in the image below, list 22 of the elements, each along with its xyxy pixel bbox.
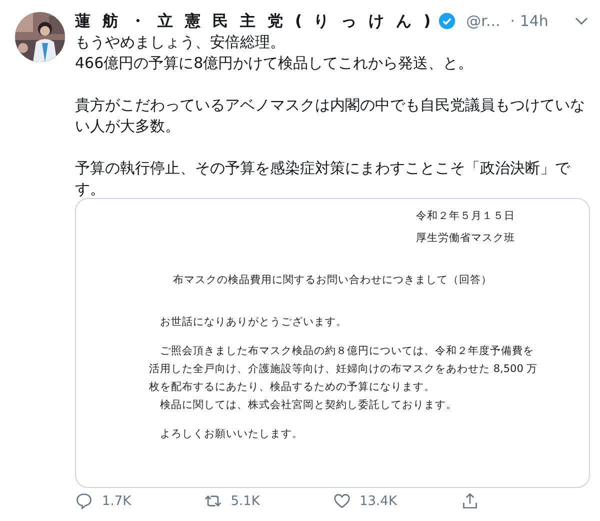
document-header: 令和２年５月１５日 [416, 209, 515, 223]
document-header: 厚生労働省マスク班 [416, 231, 515, 245]
document-text: 検品に関しては、株式会社宮岡と契約し委託しております。 [160, 399, 457, 412]
reply-icon[interactable] [75, 492, 93, 510]
share-icon[interactable] [461, 492, 480, 510]
tweet-text: 予算の執行停止、その予算を感染症対策にまわすことこそ「政治決断」です。 [75, 158, 572, 200]
action-count: 13.4K [360, 494, 397, 508]
document-text: ご照会頂きました布マスク検品の約８億円については、令和２年度予備費を [160, 345, 534, 358]
timestamp[interactable]: · 14h [510, 12, 548, 30]
document-text: よろしくお願いいたします。 [160, 428, 303, 441]
heart-icon[interactable] [332, 492, 350, 510]
author-handle[interactable]: @r... [466, 12, 500, 30]
document-title: 布マスクの検品費用に関するお問い合わせにつきまして（回答） [173, 273, 493, 287]
action-count: 5.1K [230, 494, 260, 508]
document-text: お世話になりありがとうございます。 [160, 316, 347, 329]
tweet-text: もうやめましょう、安倍総理。 466億円の予算に8億円かけて検品してこれから発送、と。 [75, 32, 474, 74]
chevron-down-icon[interactable] [575, 17, 588, 25]
tweet-text: 貴方がこだわっているアベノマスクは内閣の中でも自民党議員もつけていない人が大多数。 [75, 95, 586, 137]
document-text: 活用した全戸向け、介護施設等向け、妊婦向けの布マスクをあわせた 8,500 万 [149, 363, 538, 376]
document-text: 枚を配布するにあたり、検品するための予算になります。 [149, 381, 435, 394]
action-count: 1.7K [102, 494, 132, 508]
author-name[interactable]: 蓮舫・立憲民主党(りっけん) [75, 10, 442, 32]
